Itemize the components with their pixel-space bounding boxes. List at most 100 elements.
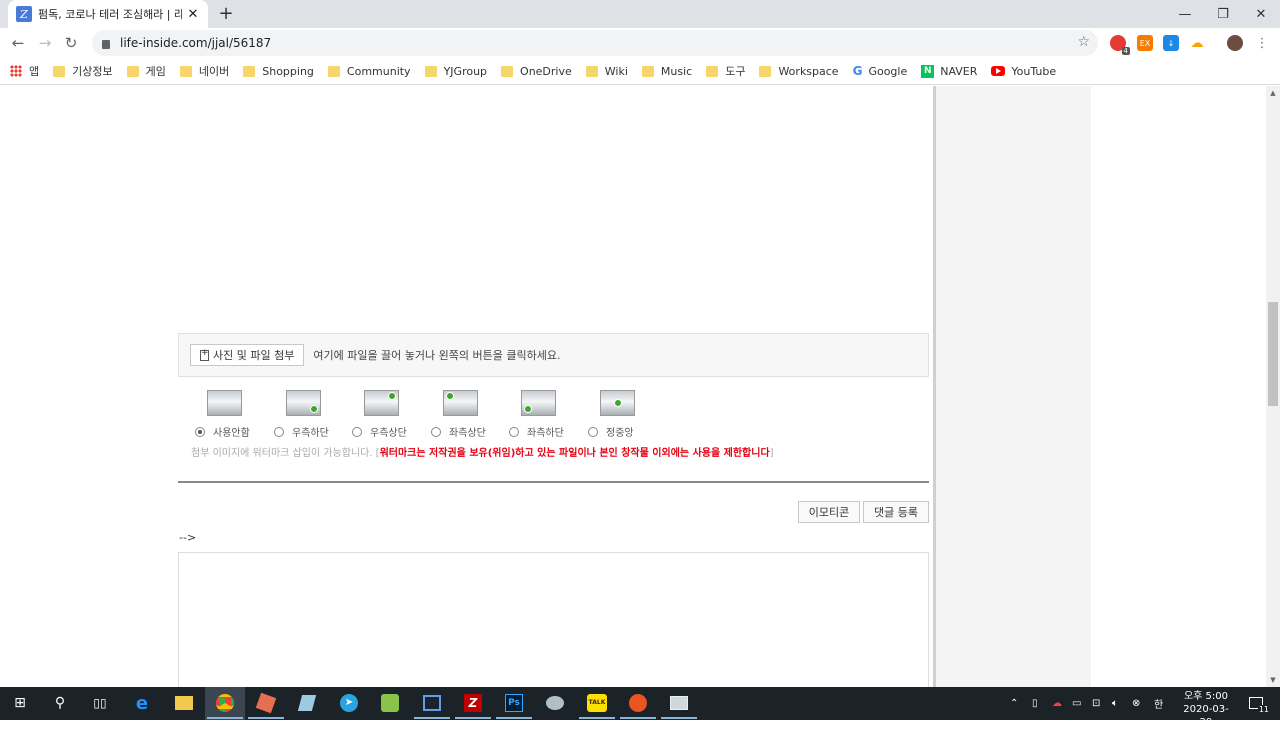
bookmark-game[interactable]: 게임 xyxy=(126,63,166,79)
clock-time: 오후 5:00 xyxy=(1183,691,1229,702)
watermark-preview-none-icon xyxy=(207,390,242,416)
bookmark-tools[interactable]: 도구 xyxy=(706,63,745,79)
app-icon-window[interactable] xyxy=(667,692,691,714)
file-upload-area[interactable]: 사진 및 파일 첨부 여기에 파일을 끌어 놓거나 왼쪽의 버튼을 클릭하세요. xyxy=(178,333,929,377)
bookmark-label: Google xyxy=(868,64,908,78)
tray-expand-icon[interactable]: ⌃ xyxy=(1010,698,1022,709)
kakaotalk-icon[interactable]: TALK xyxy=(585,692,609,714)
folder-icon xyxy=(501,65,514,77)
tray-battery-icon[interactable]: ▭ xyxy=(1072,698,1084,709)
clock-date: 2020-03-29 xyxy=(1183,704,1229,728)
bookmark-apps[interactable]: 앱 xyxy=(10,63,39,79)
window-close-icon[interactable]: ✕ xyxy=(1242,0,1280,28)
bookmark-weather[interactable]: 기상정보 xyxy=(53,63,113,79)
reload-icon[interactable]: ↻ xyxy=(60,32,82,54)
tab-close-icon[interactable]: ✕ xyxy=(186,7,200,22)
page-scrollbar[interactable]: ▲ ▼ xyxy=(1266,86,1280,687)
minimize-icon[interactable]: — xyxy=(1166,0,1204,28)
running-indicator xyxy=(620,717,656,719)
ime-indicator[interactable]: 한 xyxy=(1154,696,1166,711)
running-indicator xyxy=(414,717,450,719)
watermark-preview-center-icon xyxy=(600,390,635,416)
bookmark-wiki[interactable]: Wiki xyxy=(585,65,628,78)
folder-icon xyxy=(243,65,256,77)
edge-icon[interactable]: e xyxy=(130,692,154,714)
attach-file-button[interactable]: 사진 및 파일 첨부 xyxy=(190,344,305,366)
bookmark-youtube[interactable]: YouTube xyxy=(991,65,1056,78)
file-explorer-icon[interactable] xyxy=(172,692,196,714)
folder-icon xyxy=(327,65,340,77)
emoticon-button[interactable]: 이모티콘 xyxy=(798,501,860,523)
notification-center-icon[interactable]: 11 xyxy=(1244,692,1270,714)
running-indicator xyxy=(579,717,615,719)
network-app-icon[interactable] xyxy=(420,692,444,714)
back-icon[interactable]: ← xyxy=(7,32,29,54)
bookmark-label: 게임 xyxy=(145,65,166,78)
bookmark-label: YJGroup xyxy=(443,64,488,78)
bookmark-onedrive[interactable]: OneDrive xyxy=(501,65,572,78)
watermark-option-label: 정중앙 xyxy=(606,428,634,439)
new-tab-button[interactable]: + xyxy=(216,4,236,24)
tray-close-icon[interactable]: ⊗ xyxy=(1132,698,1144,709)
watermark-radio[interactable] xyxy=(509,426,519,437)
watermark-option-label: 좌측하단 xyxy=(527,428,564,439)
telegram-icon[interactable]: ➤ xyxy=(337,692,361,714)
submit-comment-button[interactable]: 댓글 등록 xyxy=(863,501,929,523)
bookmark-label: NAVER xyxy=(940,64,978,78)
profile-avatar[interactable] xyxy=(1227,35,1243,51)
browser-tab[interactable]: Z 펌독, 코로나 테러 조심해라 | 라 ✕ xyxy=(8,0,208,28)
maps-icon[interactable] xyxy=(378,692,402,714)
google-icon: G xyxy=(852,64,863,78)
ubuntu-icon[interactable] xyxy=(626,692,650,714)
tray-network-icon[interactable]: ⊡ xyxy=(1092,698,1104,709)
chrome-icon[interactable] xyxy=(213,692,237,714)
menu-kebab-icon[interactable]: ⋮ xyxy=(1254,35,1270,51)
bookmark-community[interactable]: Community xyxy=(327,64,411,78)
address-bar[interactable]: life-inside.com/jjal/56187 ☆ xyxy=(92,30,1098,56)
bookmark-shopping[interactable]: Shopping xyxy=(243,65,314,78)
extension-cloud-icon[interactable]: ☁ xyxy=(1189,35,1205,51)
extension-ex-icon[interactable]: EX xyxy=(1137,35,1153,51)
extension-download-icon[interactable]: ↓ xyxy=(1163,35,1179,51)
paint-icon[interactable] xyxy=(543,692,567,714)
browser-tab-bar: Z 펌독, 코로나 테러 조심해라 | 라 ✕ + — ❐ ✕ xyxy=(0,0,1280,28)
filezilla-icon[interactable]: Z xyxy=(461,692,485,714)
extension-badge: 4 xyxy=(1121,47,1130,55)
extension-adblock-icon[interactable]: 4 xyxy=(1110,35,1130,55)
app-icon-red[interactable] xyxy=(254,692,278,714)
tray-volume-icon[interactable]: 🔈︎ xyxy=(1112,698,1124,709)
address-url[interactable]: life-inside.com/jjal/56187 xyxy=(120,36,271,50)
tray-cloud-icon[interactable]: ☁ xyxy=(1052,698,1064,709)
scroll-down-icon[interactable]: ▼ xyxy=(1266,673,1280,687)
browser-toolbar: ← → ↻ life-inside.com/jjal/56187 ☆ xyxy=(0,28,1280,58)
app-icon-notes[interactable] xyxy=(295,692,319,714)
search-icon[interactable]: ⚲ xyxy=(48,692,72,714)
forward-icon[interactable]: → xyxy=(34,32,56,54)
bookmark-music[interactable]: Music xyxy=(641,65,692,78)
bookmark-label: 기상정보 xyxy=(72,65,113,78)
watermark-radio[interactable] xyxy=(431,426,441,437)
bookmark-naver[interactable]: N NAVER xyxy=(921,64,978,78)
watermark-radio[interactable] xyxy=(274,426,284,437)
scroll-up-icon[interactable]: ▲ xyxy=(1266,86,1280,100)
bookmark-yjgroup[interactable]: YJGroup xyxy=(424,64,488,78)
bookmark-star-icon[interactable]: ☆ xyxy=(1077,34,1090,50)
tray-app-icon[interactable]: ▯ xyxy=(1032,698,1044,709)
bookmark-google[interactable]: G Google xyxy=(853,64,908,78)
windows-start-icon[interactable]: ⊞ xyxy=(8,692,32,714)
photoshop-icon[interactable]: Ps xyxy=(502,692,526,714)
taskbar-clock[interactable]: 오후 5:00 2020-03-29 xyxy=(1180,690,1232,729)
scrollbar-thumb[interactable] xyxy=(1268,302,1278,406)
task-view-icon[interactable]: ▯▯ xyxy=(88,692,112,714)
bookmarks-bar: 앱 기상정보 게임 네이버 Shopping Community YJGroup… xyxy=(0,58,1280,85)
page-viewport: ▲ ▼ 사진 및 파일 첨부 여기에 파일을 끌어 놓거나 왼쪽의 버튼을 클릭… xyxy=(0,86,1280,687)
watermark-radio[interactable] xyxy=(195,426,205,437)
watermark-radio[interactable] xyxy=(352,426,362,437)
watermark-radio[interactable] xyxy=(588,426,598,437)
bookmark-workspace[interactable]: Workspace xyxy=(759,65,839,78)
comment-input[interactable] xyxy=(178,552,929,687)
restore-icon[interactable]: ❐ xyxy=(1204,0,1242,28)
folder-icon xyxy=(53,65,66,77)
bookmark-label: Community xyxy=(346,64,411,78)
bookmark-naver-folder[interactable]: 네이버 xyxy=(179,63,229,79)
